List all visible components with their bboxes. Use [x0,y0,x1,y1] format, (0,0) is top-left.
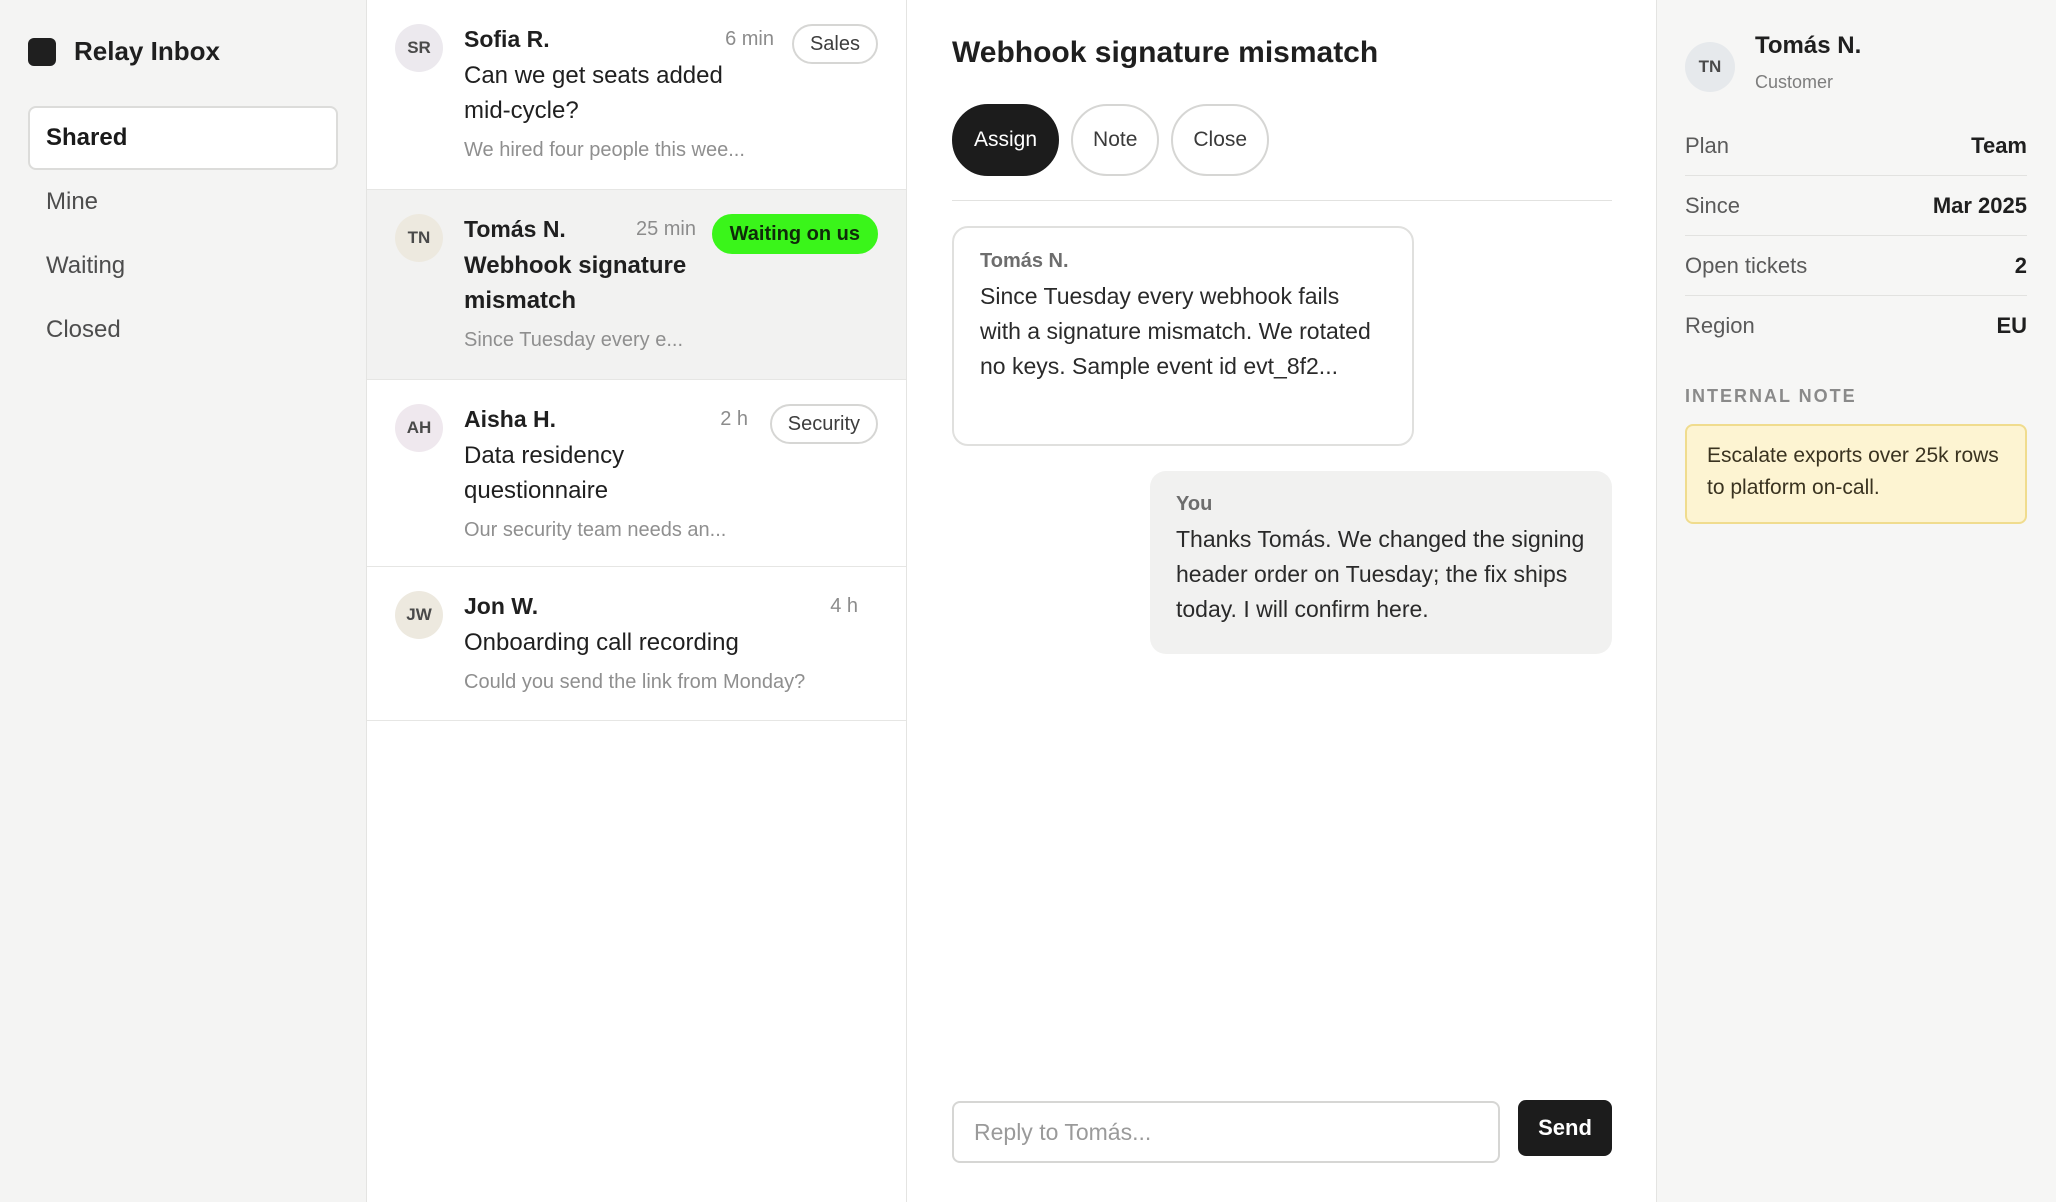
property-row-open-tickets: Open tickets 2 [1685,236,2027,296]
thread-panel: Webhook signature mismatch Assign Note C… [907,0,1657,1202]
conversation-item[interactable]: AH Aisha H. 2 h Security Data residency … [367,380,906,567]
nav-item-closed[interactable]: Closed [28,298,338,362]
property-key: Open tickets [1685,252,1808,278]
conversation-subject: Can we get seats added mid-cycle? [464,62,723,124]
sender-name: Jon W. [464,593,539,619]
property-row-since: Since Mar 2025 [1685,176,2027,236]
timestamp: 2 h [720,408,748,430]
property-row-plan: Plan Team [1685,116,2027,176]
nav-item-mine[interactable]: Mine [28,170,338,234]
conversation-subject: Onboarding call recording [464,629,739,656]
customer-properties: Plan Team Since Mar 2025 Open tickets 2 … [1685,116,2027,356]
property-value: Mar 2025 [1932,192,2027,218]
property-value: 2 [2014,252,2027,278]
conversation-preview: Our security team needs an... [464,519,727,541]
property-key: Region [1685,313,1755,338]
incoming-message: Tomás N. Since Tuesday every webhook fai… [952,226,1414,446]
message-text: Thanks Tomás. We changed the signing hea… [1176,526,1585,622]
assign-button[interactable]: Assign [952,104,1060,176]
nav-item-waiting[interactable]: Waiting [28,234,338,298]
conversation-body: Tomás N. 25 min Waiting on us Webhook si… [464,212,878,356]
note-button[interactable]: Note [1071,104,1160,176]
conversation-body: Aisha H. 2 h Security Data residency que… [464,402,878,546]
avatar: AH [395,404,443,452]
timestamp: 4 h [830,595,858,617]
conversation-subject: Webhook signature mismatch [464,252,687,314]
tag-badge: Security [769,404,878,444]
conversation-item[interactable]: SR Sofia R. 6 min Sales Can we get seats… [367,0,906,190]
property-key: Plan [1685,132,1730,158]
property-value: EU [1996,313,2027,338]
avatar: SR [395,24,443,72]
conversation-preview: Since Tuesday every e... [464,329,684,351]
message-author: Tomás N. [980,250,1069,272]
property-value: Team [1971,132,2027,158]
close-button[interactable]: Close [1171,104,1270,176]
brand-name: Relay Inbox [74,36,220,66]
outgoing-message: You Thanks Tomás. We changed the signing… [1150,471,1612,654]
conversation-list: SR Sofia R. 6 min Sales Can we get seats… [367,0,907,1202]
timestamp: 6 min [725,28,774,50]
avatar: TN [1685,42,1735,92]
conversation-body: Jon W. 4 h Onboarding call recording Cou… [464,589,878,698]
thread-title: Webhook signature mismatch [952,36,1379,69]
nav-item-shared[interactable]: Shared [28,106,338,170]
customer-name: Tomás N. [1755,32,1862,59]
conversation-preview: We hired four people this wee... [464,139,745,161]
timestamp: 25 min [635,218,696,240]
customer-panel: TN Tomás N. Customer Plan Team Since Mar… [1657,0,2056,1202]
property-key: Since [1685,192,1741,218]
tag-badge: Sales [791,24,878,64]
thread-actions: Assign Note Close [952,104,1270,176]
divider [952,200,1612,201]
conversation-subject: Data residency questionnaire [464,442,625,504]
message-author: You [1176,493,1213,515]
message-text: Since Tuesday every webhook fails with a… [980,283,1371,379]
reply-input[interactable] [952,1101,1500,1163]
sidebar: Relay Inbox Shared Mine Waiting Closed [0,0,367,1202]
avatar: JW [395,591,443,639]
conversation-item[interactable]: JW Jon W. 4 h Onboarding call recording … [367,567,906,721]
inbox-nav: Shared Mine Waiting Closed [28,106,338,362]
avatar: TN [395,214,443,262]
status-badge: Waiting on us [711,214,878,254]
customer-role: Customer [1755,72,1834,92]
internal-note-heading: INTERNAL NOTE [1685,386,1857,406]
brand: Relay Inbox [28,36,220,67]
send-button[interactable]: Send [1518,1100,1612,1156]
property-row-region: Region EU [1685,296,2027,356]
conversation-preview: Could you send the link from Monday? [464,671,806,693]
brand-logo-icon [28,37,56,66]
conversation-item-selected[interactable]: TN Tomás N. 25 min Waiting on us Webhook… [367,190,906,380]
internal-note: Escalate exports over 25k rows to platfo… [1685,424,2027,524]
conversation-body: Sofia R. 6 min Sales Can we get seats ad… [464,22,878,166]
